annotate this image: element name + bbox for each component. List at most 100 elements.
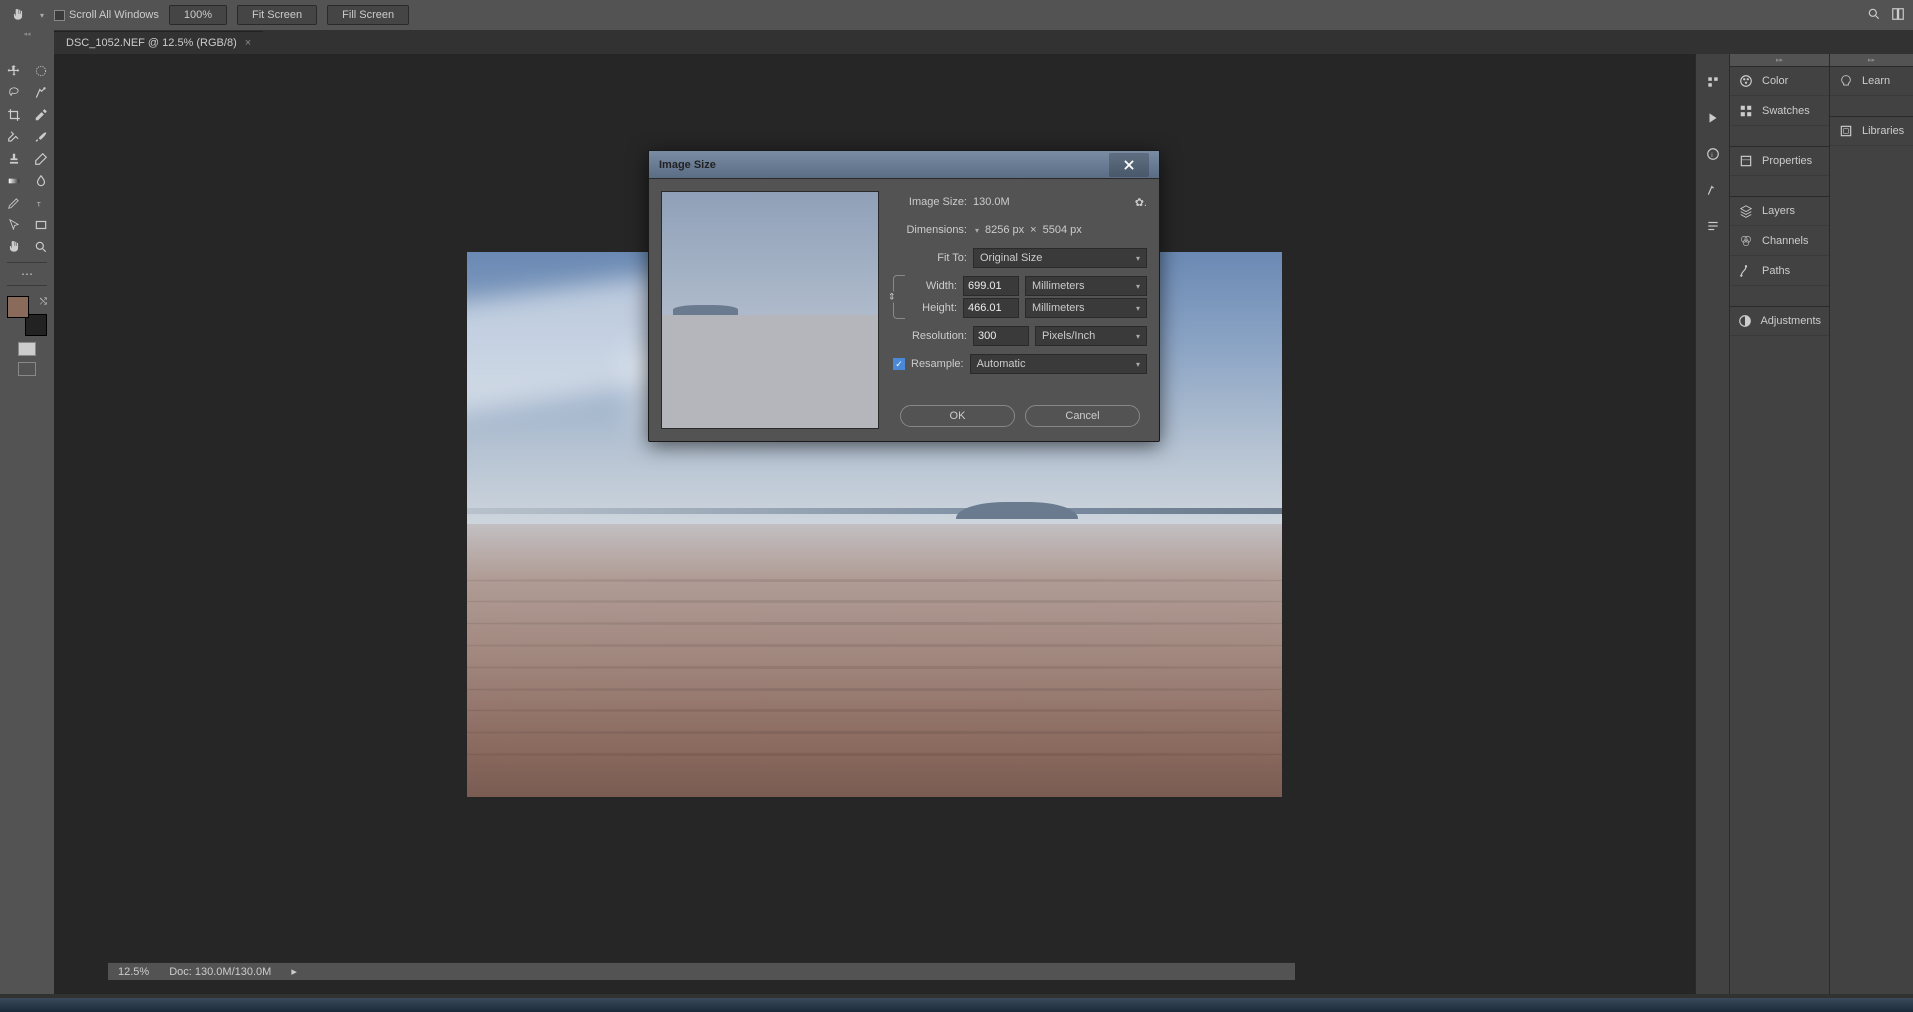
width-unit-select[interactable]: Millimeters▾ (1025, 276, 1147, 296)
fit-to-label: Fit To: (893, 252, 967, 264)
rectangle-tool[interactable] (27, 214, 54, 236)
height-unit-select[interactable]: Millimeters▾ (1025, 298, 1147, 318)
panel-learn[interactable]: Learn (1830, 66, 1913, 96)
brush-tool[interactable] (27, 126, 54, 148)
height-input[interactable] (963, 298, 1019, 318)
panel-properties[interactable]: Properties (1730, 146, 1829, 176)
resample-checkbox[interactable]: ✓ (893, 358, 905, 370)
panel-label: Libraries (1862, 125, 1904, 137)
dialog-close-button[interactable] (1109, 153, 1149, 177)
edit-toolbar-icon[interactable]: ⋯ (21, 267, 33, 281)
zoom-tool[interactable] (27, 236, 54, 258)
panel-label: Learn (1862, 75, 1890, 87)
collapsed-panel-strip-1: i (1695, 54, 1729, 994)
toolbar-collapse-icon[interactable]: ◂◂ (23, 30, 30, 38)
pen-tool[interactable] (0, 192, 27, 214)
channels-icon (1738, 233, 1754, 249)
fit-to-select[interactable]: Original Size▾ (973, 248, 1147, 268)
tools-panel: T ⋯ ⤭ (0, 54, 54, 994)
swatches-icon (1738, 103, 1754, 119)
panel-libraries[interactable]: Libraries (1830, 116, 1913, 146)
info-icon[interactable]: i (1705, 146, 1721, 162)
move-tool[interactable] (0, 60, 27, 82)
actions-icon[interactable] (1705, 110, 1721, 126)
workspace-switcher-icon[interactable] (1891, 7, 1905, 24)
adjustments-icon (1738, 313, 1752, 329)
panel-label: Adjustments (1760, 315, 1821, 327)
zoom-100-button[interactable]: 100% (169, 5, 227, 25)
panel-channels[interactable]: Channels (1730, 226, 1829, 256)
resolution-input[interactable] (973, 326, 1029, 346)
collapse-panels-icon-2[interactable]: ▸▸ (1868, 56, 1875, 64)
resolution-label: Resolution: (893, 330, 967, 342)
panel-adjustments[interactable]: Adjustments (1730, 306, 1829, 336)
scroll-all-label: Scroll All Windows (69, 9, 159, 21)
tab-spacer: ◂◂ (0, 30, 54, 54)
os-taskbar[interactable] (0, 998, 1913, 1012)
path-select-tool[interactable] (0, 214, 27, 236)
swap-colors-icon[interactable]: ⤭ (40, 296, 47, 307)
brush-settings-icon[interactable] (1705, 182, 1721, 198)
resample-label: Resample: (911, 358, 964, 370)
image-size-label: Image Size: (893, 196, 967, 208)
screen-mode-icon[interactable] (18, 362, 36, 376)
svg-text:i: i (1711, 152, 1712, 159)
blur-tool[interactable] (27, 170, 54, 192)
panel-column-learn: ▸▸ Learn Libraries (1829, 54, 1913, 994)
dialog-titlebar[interactable]: Image Size (649, 151, 1159, 179)
constrain-proportions-icon[interactable]: ⇕ (893, 275, 905, 319)
status-chevron-icon[interactable]: ▸ (291, 965, 297, 978)
dimensions-unit-chevron-icon[interactable]: ▾ (975, 226, 979, 235)
cancel-button[interactable]: Cancel (1025, 405, 1140, 427)
svg-text:T: T (36, 202, 40, 209)
panel-swatches[interactable]: Swatches (1730, 96, 1829, 126)
width-input[interactable] (963, 276, 1019, 296)
fit-to-value: Original Size (980, 252, 1042, 264)
resample-select[interactable]: Automatic▾ (970, 354, 1147, 374)
panel-paths[interactable]: Paths (1730, 256, 1829, 286)
right-panel-dock: i ▸▸ Color Swatches Properties Layers Ch… (1695, 54, 1913, 994)
dialog-gear-icon[interactable]: ✿. (1135, 196, 1147, 209)
history-icon[interactable] (1705, 74, 1721, 90)
color-swatches: ⤭ (7, 296, 47, 336)
document-tab-bar: ◂◂ DSC_1052.NEF @ 12.5% (RGB/8) × (0, 30, 1913, 54)
paragraph-icon[interactable] (1705, 218, 1721, 234)
healing-tool[interactable] (0, 126, 27, 148)
dialog-form: Image Size: 130.0M ✿. Dimensions: ▾ 8256… (893, 191, 1147, 429)
crop-tool[interactable] (0, 104, 27, 126)
quick-mask-icon[interactable] (18, 342, 36, 356)
dialog-title-text: Image Size (659, 159, 716, 171)
learn-icon (1838, 73, 1854, 89)
resolution-unit-value: Pixels/Inch (1042, 330, 1095, 342)
ok-button[interactable]: OK (900, 405, 1015, 427)
type-tool[interactable]: T (27, 192, 54, 214)
foreground-color-swatch[interactable] (7, 296, 29, 318)
hand-tool[interactable] (0, 236, 27, 258)
tool-preset-chevron-icon[interactable]: ▾ (40, 11, 44, 20)
panel-layers[interactable]: Layers (1730, 196, 1829, 226)
resolution-unit-select[interactable]: Pixels/Inch▾ (1035, 326, 1147, 346)
quick-select-tool[interactable] (27, 82, 54, 104)
resample-value: Automatic (977, 358, 1026, 370)
document-tab[interactable]: DSC_1052.NEF @ 12.5% (RGB/8) × (54, 31, 263, 54)
search-icon[interactable] (1867, 7, 1881, 24)
fill-screen-button[interactable]: Fill Screen (327, 5, 409, 25)
close-tab-icon[interactable]: × (245, 37, 251, 49)
panel-color[interactable]: Color (1730, 66, 1829, 96)
height-label: Height: (901, 302, 957, 314)
scroll-all-windows-option[interactable]: Scroll All Windows (54, 9, 159, 21)
collapse-panels-icon[interactable]: ▸▸ (1776, 56, 1783, 64)
eyedropper-tool[interactable] (27, 104, 54, 126)
status-zoom[interactable]: 12.5% (118, 966, 149, 978)
lasso-tool[interactable] (0, 82, 27, 104)
scroll-all-checkbox[interactable] (54, 10, 65, 21)
dialog-preview[interactable] (661, 191, 879, 429)
marquee-tool[interactable] (27, 60, 54, 82)
fit-screen-button[interactable]: Fit Screen (237, 5, 317, 25)
document-tab-title: DSC_1052.NEF @ 12.5% (RGB/8) (66, 37, 237, 49)
gradient-tool[interactable] (0, 170, 27, 192)
eraser-tool[interactable] (27, 148, 54, 170)
width-unit-value: Millimeters (1032, 280, 1085, 292)
status-docsize[interactable]: Doc: 130.0M/130.0M (169, 966, 271, 978)
stamp-tool[interactable] (0, 148, 27, 170)
